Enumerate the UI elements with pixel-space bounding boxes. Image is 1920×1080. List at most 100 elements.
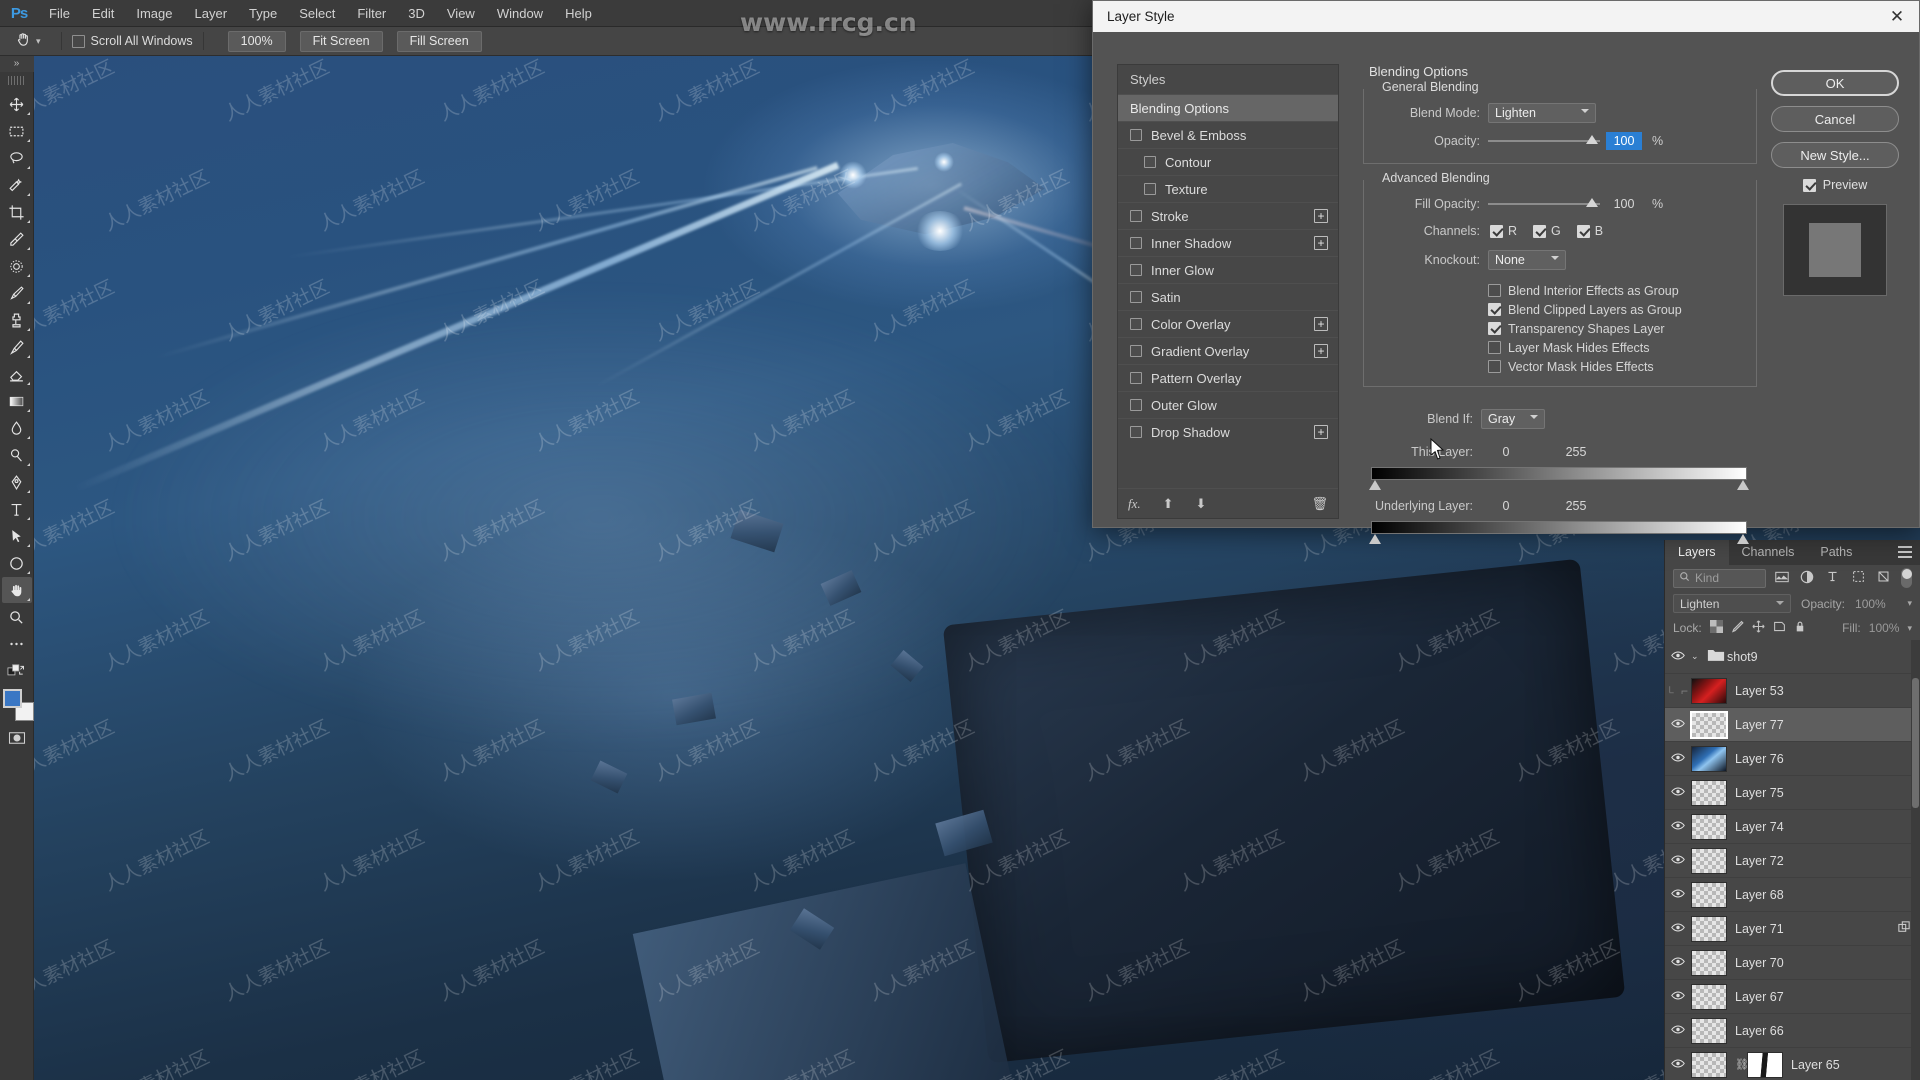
layer-name[interactable]: Layer 72 <box>1735 854 1920 868</box>
layer-name[interactable]: Layer 77 <box>1735 718 1920 732</box>
type-filter-icon[interactable] <box>1823 570 1842 586</box>
ellipse-tool[interactable] <box>2 550 32 576</box>
panel-menu-icon[interactable] <box>1898 546 1912 561</box>
toolbar-grip[interactable] <box>7 76 26 85</box>
style-row-drop-shadow[interactable]: Drop Shadow + <box>1118 418 1338 445</box>
underlying-layer-black-stop[interactable] <box>1369 534 1381 544</box>
layer-name[interactable]: Layer 65 <box>1791 1058 1920 1072</box>
layer-name[interactable]: Layer 53 <box>1735 684 1920 698</box>
layer-row[interactable]: Layer 77 <box>1665 708 1920 742</box>
filter-toggle[interactable] <box>1901 568 1913 588</box>
menu-item-help[interactable]: Help <box>554 0 603 27</box>
path-selection-tool[interactable] <box>2 523 32 549</box>
style-row-color-overlay[interactable]: Color Overlay + <box>1118 310 1338 337</box>
menu-item-type[interactable]: Type <box>238 0 288 27</box>
channel-checkbox-b[interactable] <box>1576 224 1590 238</box>
clone-stamp-tool[interactable] <box>2 307 32 333</box>
gradient-tool[interactable] <box>2 388 32 414</box>
filter-kind-dropdown[interactable]: Kind <box>1673 568 1767 588</box>
fill-screen-button[interactable]: Fill Screen <box>396 30 482 52</box>
layer-opacity-value[interactable]: 100% <box>1855 597 1886 611</box>
scroll-all-windows-checkbox[interactable] <box>71 34 85 48</box>
advanced-option-blend-interior-effects-as-group[interactable]: Blend Interior Effects as Group <box>1488 281 1750 300</box>
tab-layers[interactable]: Layers <box>1665 540 1729 565</box>
crop-tool[interactable] <box>2 199 32 225</box>
default-colors-icon[interactable] <box>2 658 32 684</box>
layer-thumbnail[interactable] <box>1690 710 1728 739</box>
fill-opacity-slider[interactable] <box>1488 198 1600 207</box>
fill-value[interactable]: 100% <box>1869 621 1900 635</box>
eye-icon[interactable] <box>1665 752 1691 766</box>
style-row-contour[interactable]: Contour <box>1118 148 1338 175</box>
layer-thumbnail[interactable] <box>1691 813 1727 840</box>
advanced-option-checkbox[interactable] <box>1488 284 1501 297</box>
layer-row[interactable]: ⛓ Layer 65 <box>1665 1048 1920 1080</box>
add-effect-icon[interactable]: + <box>1314 209 1328 223</box>
channel-r[interactable]: R <box>1490 224 1517 238</box>
more-tools-icon[interactable] <box>2 631 32 657</box>
advanced-option-checkbox[interactable] <box>1488 303 1501 316</box>
eye-icon[interactable] <box>1665 990 1691 1004</box>
new-style-button[interactable]: New Style... <box>1771 142 1899 168</box>
quick-selection-tool[interactable] <box>2 172 32 198</box>
trash-icon[interactable]: 🗑 <box>1311 496 1328 512</box>
layer-name[interactable]: Layer 74 <box>1735 820 1920 834</box>
scroll-all-windows-option[interactable]: Scroll All Windows <box>71 34 193 48</box>
pixel-filter-icon[interactable] <box>1772 571 1791 586</box>
ok-button[interactable]: OK <box>1771 70 1899 96</box>
this-layer-slider[interactable] <box>1369 467 1749 490</box>
dodge-tool[interactable] <box>2 442 32 468</box>
dialog-title-bar[interactable]: Layer Style ✕ <box>1093 1 1919 32</box>
close-icon[interactable]: ✕ <box>1875 1 1919 32</box>
history-brush-tool[interactable] <box>2 334 32 360</box>
shape-filter-icon[interactable] <box>1849 570 1868 586</box>
knockout-dropdown[interactable]: None <box>1488 250 1566 270</box>
menu-item-layer[interactable]: Layer <box>184 0 239 27</box>
channel-checkbox-g[interactable] <box>1533 224 1547 238</box>
layers-scrollbar-thumb[interactable] <box>1912 678 1919 808</box>
this-layer-max[interactable]: 255 <box>1541 445 1611 459</box>
style-checkbox[interactable] <box>1130 426 1142 438</box>
style-checkbox[interactable] <box>1130 345 1142 357</box>
advanced-option-transparency-shapes-layer[interactable]: Transparency Shapes Layer <box>1488 319 1750 338</box>
brush-tool[interactable] <box>2 280 32 306</box>
eye-icon[interactable] <box>1665 786 1691 800</box>
layer-name[interactable]: Layer 75 <box>1735 786 1920 800</box>
advanced-option-layer-mask-hides-effects[interactable]: Layer Mask Hides Effects <box>1488 338 1750 357</box>
underlying-layer-max[interactable]: 255 <box>1541 499 1611 513</box>
layer-blend-mode-dropdown[interactable]: Lighten <box>1673 594 1791 613</box>
this-layer-min[interactable]: 0 <box>1483 445 1529 459</box>
layer-row[interactable]: Layer 70 <box>1665 946 1920 980</box>
layer-name[interactable]: Layer 71 <box>1735 922 1920 936</box>
layer-row[interactable]: ⌄ shot9 <box>1665 640 1920 674</box>
tool-preset-chevron-icon[interactable]: ▾ <box>36 36 41 47</box>
lock-position-icon[interactable] <box>1752 620 1765 636</box>
layer-name[interactable]: Layer 70 <box>1735 956 1920 970</box>
foreground-color-swatch[interactable] <box>2 689 22 708</box>
fill-opacity-slider-thumb[interactable] <box>1586 198 1598 207</box>
lock-artboard-icon[interactable] <box>1773 620 1786 636</box>
layer-thumbnail[interactable] <box>1691 1051 1727 1078</box>
blur-tool[interactable] <box>2 415 32 441</box>
quick-mask-icon[interactable] <box>2 725 32 751</box>
zoom-100-button[interactable]: 100% <box>227 30 286 52</box>
preview-option[interactable]: Preview <box>1771 178 1899 192</box>
add-effect-icon[interactable]: + <box>1314 236 1328 250</box>
channel-checkbox-r[interactable] <box>1490 224 1503 238</box>
menu-item-edit[interactable]: Edit <box>81 0 125 27</box>
layer-row[interactable]: Layer 75 <box>1665 776 1920 810</box>
this-layer-black-stop[interactable] <box>1369 480 1381 490</box>
layer-thumbnail[interactable] <box>1691 677 1727 704</box>
layer-thumbnail[interactable] <box>1691 983 1727 1010</box>
layer-thumbnail[interactable] <box>1691 881 1727 908</box>
blend-if-dropdown[interactable]: Gray <box>1481 409 1545 429</box>
marquee-tool[interactable] <box>2 118 32 144</box>
channel-b[interactable]: B <box>1576 224 1603 238</box>
menu-item-3d[interactable]: 3D <box>397 0 436 27</box>
menu-item-image[interactable]: Image <box>125 0 183 27</box>
layer-thumbnail[interactable] <box>1691 915 1727 942</box>
layer-name[interactable]: shot9 <box>1727 650 1920 664</box>
style-row-bevel-emboss[interactable]: Bevel & Emboss <box>1118 121 1338 148</box>
zoom-tool[interactable] <box>2 604 32 630</box>
eye-icon[interactable] <box>1665 854 1691 868</box>
